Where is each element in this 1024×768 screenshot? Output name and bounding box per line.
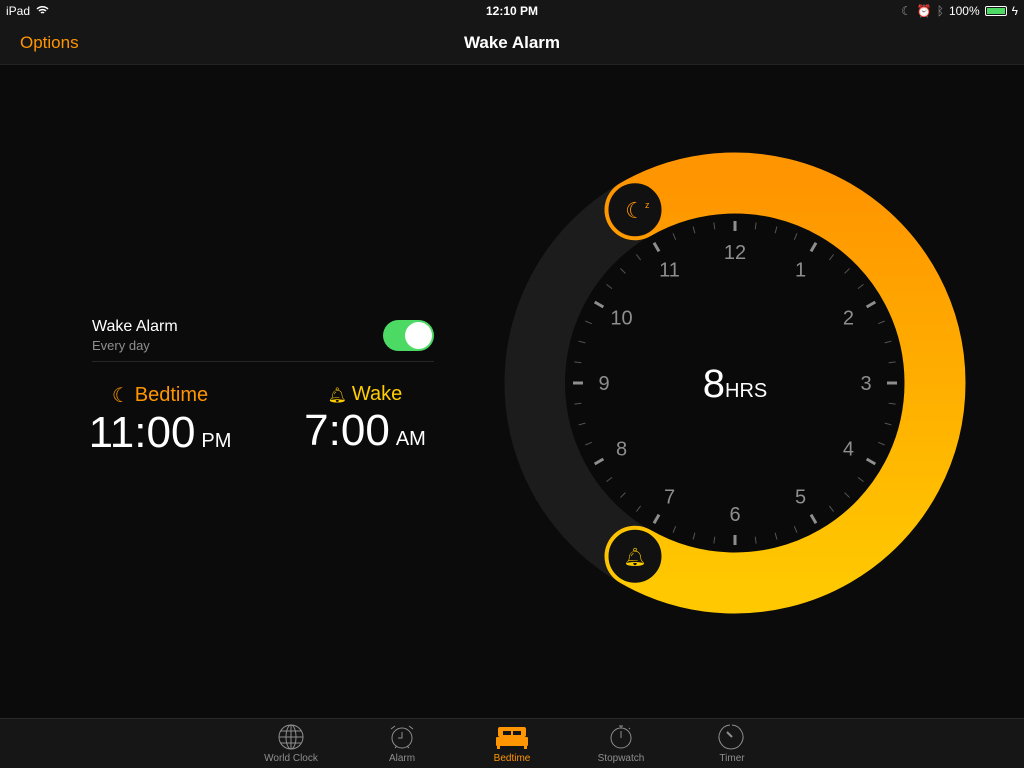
- dial-hour-label: 3: [860, 373, 871, 395]
- dial-hour-label: 11: [659, 260, 680, 282]
- tab-world-clock[interactable]: World Clock: [246, 723, 336, 764]
- tab-bedtime[interactable]: Bedtime: [467, 723, 557, 764]
- svg-text:z: z: [645, 200, 650, 210]
- dial-hour-label: 2: [843, 308, 854, 330]
- bedtime-dial[interactable]: 121234567891011 ☾ z 🔔︎ 8HRS: [0, 0, 1024, 768]
- tab-label: Stopwatch: [597, 753, 645, 764]
- bedtime-handle[interactable]: ☾ z: [607, 182, 663, 238]
- wake-handle[interactable]: 🔔︎: [607, 528, 663, 584]
- tab-label: Timer: [719, 753, 745, 764]
- dial-hour-label: 7: [664, 486, 675, 508]
- tab-bar: World Clock Alarm Bedtime Stopwatch Time…: [0, 718, 1024, 768]
- bell-icon: 🔔︎: [624, 547, 647, 567]
- dial-hour-label: 5: [795, 486, 806, 508]
- dial-hour-label: 4: [843, 439, 854, 461]
- stopwatch-icon: [610, 725, 632, 749]
- timer-icon: [718, 724, 744, 750]
- dial-hour-label: 6: [729, 504, 740, 526]
- tab-timer[interactable]: Timer: [687, 723, 777, 764]
- dial-hour-label: 1: [795, 260, 806, 282]
- tab-label: World Clock: [264, 753, 318, 764]
- dial-hour-label: 12: [724, 242, 746, 264]
- tab-label: Alarm: [388, 753, 416, 764]
- globe-icon: [278, 724, 304, 750]
- tab-stopwatch[interactable]: Stopwatch: [576, 723, 666, 764]
- alarm-clock-icon: [390, 725, 414, 749]
- bed-icon: [496, 727, 528, 749]
- tab-alarm[interactable]: Alarm: [357, 723, 447, 764]
- dial-hour-label: 9: [598, 373, 609, 395]
- dial-hour-label: 10: [610, 308, 632, 330]
- dial-hour-label: 8: [616, 439, 627, 461]
- tab-label: Bedtime: [493, 753, 531, 764]
- moon-zzz-icon: ☾: [625, 198, 645, 223]
